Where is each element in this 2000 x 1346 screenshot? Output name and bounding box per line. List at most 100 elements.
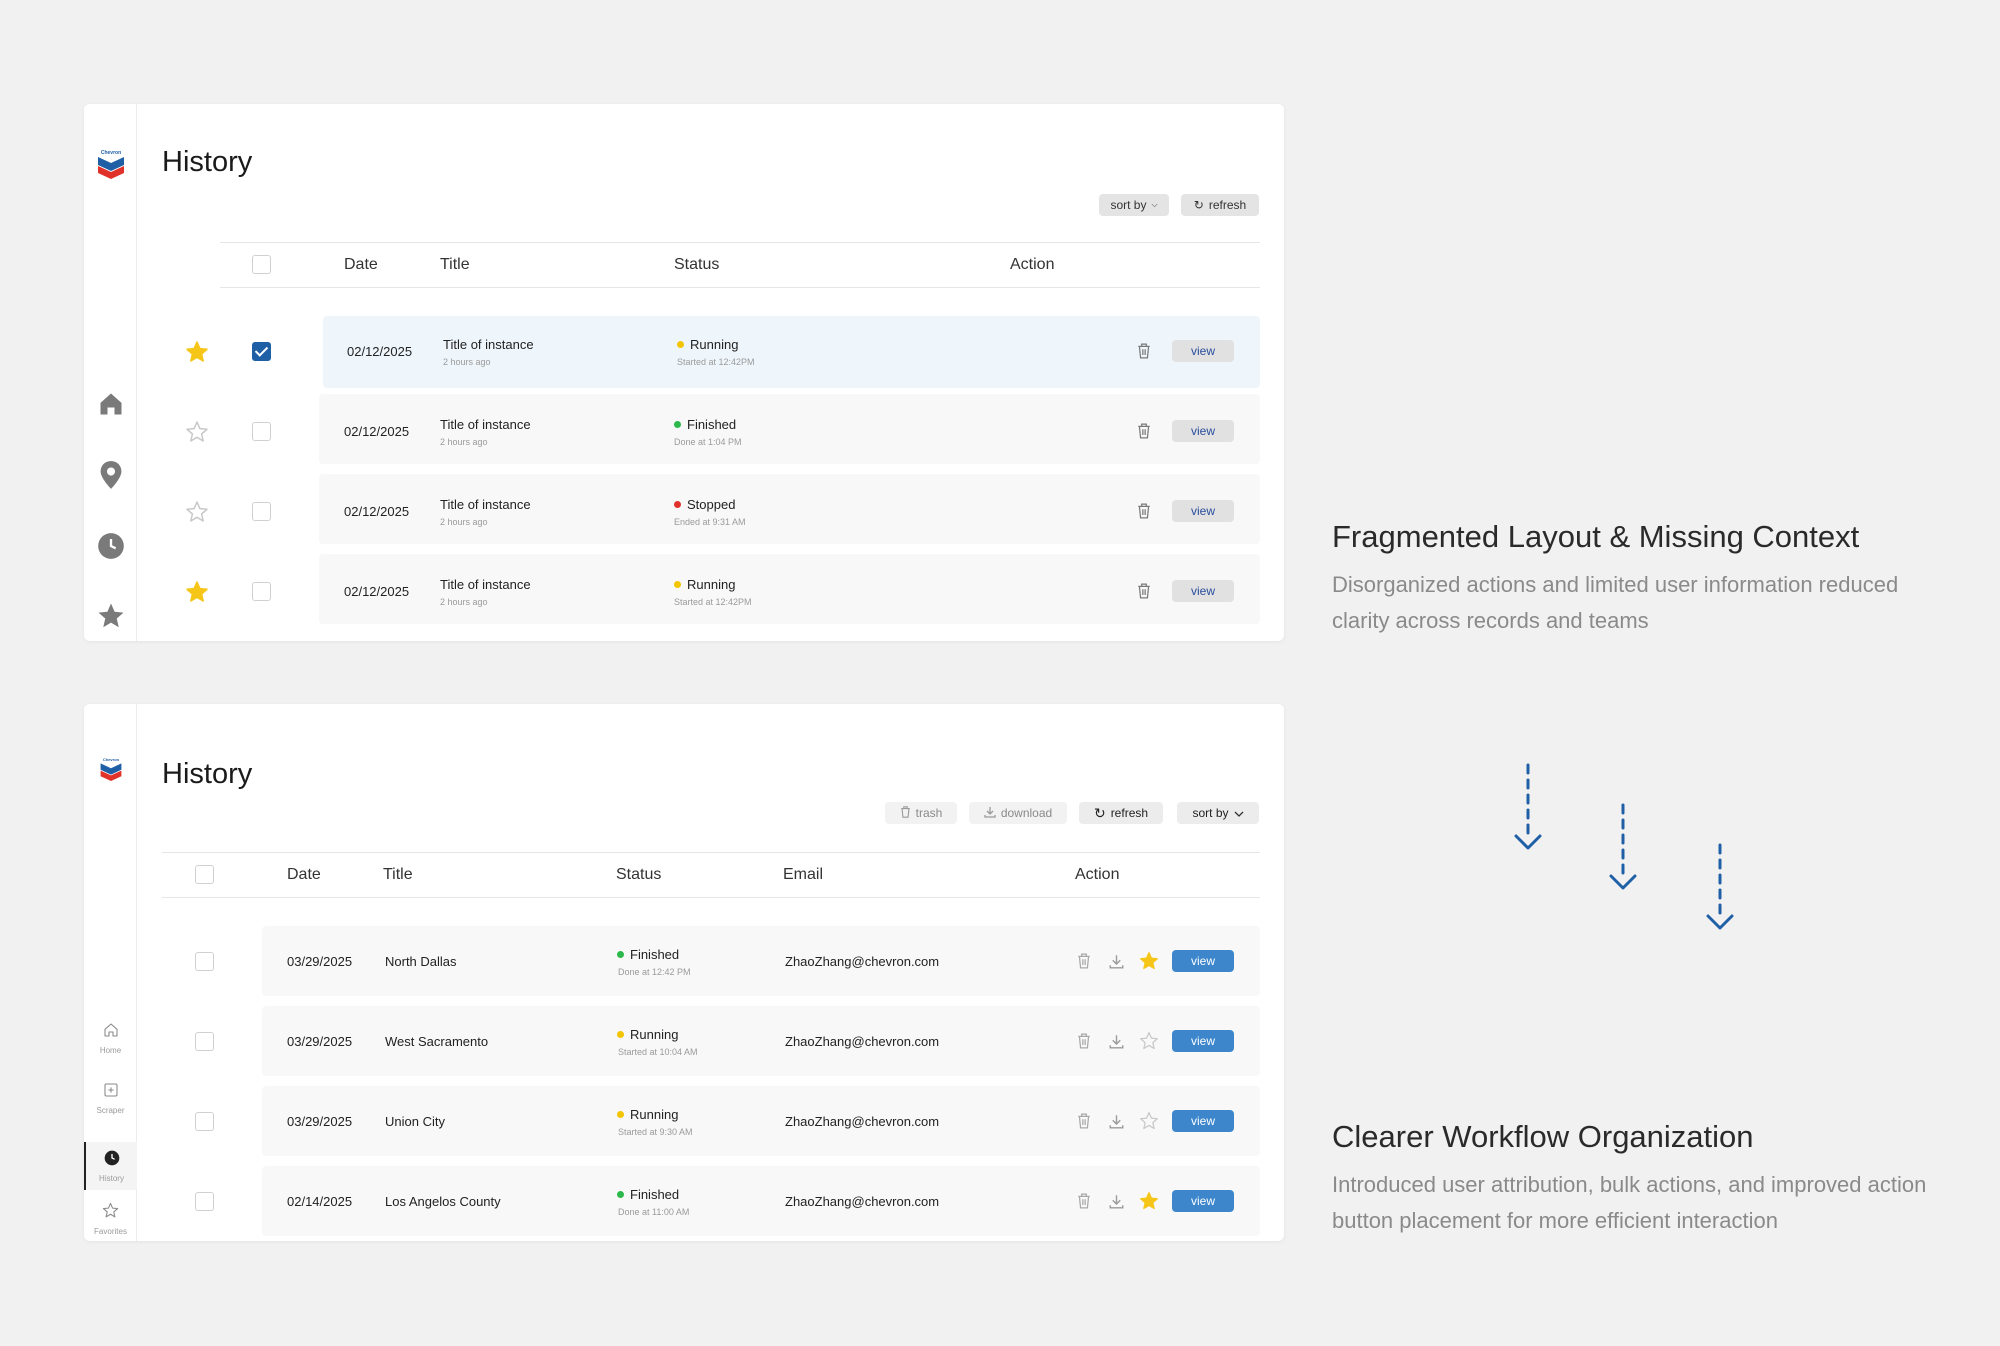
chevron-logo: Chevron (100, 757, 122, 781)
row-title: North Dallas (385, 954, 457, 969)
row-checkbox[interactable] (195, 1192, 214, 1211)
star-filled-icon[interactable] (1139, 951, 1159, 971)
select-all-checkbox[interactable] (195, 865, 214, 884)
sidebar-item-scraper[interactable]: Scraper (84, 1082, 137, 1115)
status-dot (674, 581, 681, 588)
status-subtext: Done at 12:42 PM (618, 967, 691, 977)
download-icon (984, 806, 996, 821)
before-heading: Fragmented Layout & Missing Context (1332, 519, 1860, 554)
row-subtitle: 2 hours ago (440, 597, 488, 607)
column-header-status: Status (674, 256, 720, 273)
status-dot (617, 1191, 624, 1198)
refresh-button[interactable]: ↻ refresh (1079, 802, 1163, 824)
refresh-label: refresh (1110, 806, 1149, 820)
status-subtext: Done at 11:00 AM (618, 1207, 690, 1217)
status-label: Stopped (687, 497, 736, 512)
star-filled-icon[interactable] (185, 340, 209, 364)
status-badge: Running (674, 577, 735, 592)
sort-by-button[interactable]: sort by ⌵ (1099, 194, 1169, 216)
status-subtext: Done at 1:04 PM (674, 437, 742, 447)
sidebar-item-home[interactable]: Home (84, 1022, 137, 1055)
home-icon[interactable] (84, 390, 137, 418)
select-all-checkbox[interactable] (252, 255, 271, 274)
row-subtitle: 2 hours ago (440, 437, 488, 447)
column-header-email: Email (783, 866, 824, 883)
row-title: Title of instance (440, 577, 531, 592)
sort-by-label: sort by (1110, 198, 1147, 212)
view-button[interactable]: view (1172, 1190, 1234, 1212)
trash-icon[interactable] (1136, 582, 1152, 600)
view-button[interactable]: view (1172, 580, 1234, 602)
status-badge: Finished (674, 417, 736, 432)
sidebar: Chevron Home Scraper History Favorites (84, 704, 137, 1241)
clock-icon[interactable] (84, 532, 137, 560)
trash-icon[interactable] (1076, 1112, 1092, 1130)
view-button[interactable]: view (1172, 420, 1234, 442)
row-title: Los Angelos County (385, 1194, 501, 1209)
star-outline-icon[interactable] (1139, 1111, 1159, 1131)
trash-icon[interactable] (1136, 342, 1152, 360)
download-icon[interactable] (1108, 1113, 1124, 1129)
row-date: 03/29/2025 (287, 1114, 353, 1129)
status-label: Running (687, 577, 736, 592)
view-button[interactable]: view (1172, 1110, 1234, 1132)
view-button[interactable]: view (1172, 500, 1234, 522)
status-dot (674, 501, 681, 508)
view-button[interactable]: view (1172, 950, 1234, 972)
before-description: Disorganized actions and limited user in… (1332, 572, 1899, 633)
trash-icon[interactable] (1076, 952, 1092, 970)
download-icon[interactable] (1108, 1033, 1124, 1049)
refresh-button[interactable]: ↻ refresh (1181, 194, 1259, 216)
status-label: Running (630, 1107, 679, 1122)
trash-icon[interactable] (1076, 1192, 1092, 1210)
trash-icon[interactable] (1136, 422, 1152, 440)
row-checkbox[interactable] (195, 952, 214, 971)
status-label: Running (690, 337, 739, 352)
row-checkbox[interactable] (195, 1032, 214, 1051)
transition-arrows (1514, 763, 1734, 930)
refresh-label: refresh (1208, 198, 1247, 212)
download-icon[interactable] (1108, 1193, 1124, 1209)
location-pin-icon[interactable] (84, 460, 137, 490)
column-header-action: Action (1010, 256, 1055, 273)
sort-by-button[interactable]: sort by (1177, 802, 1259, 824)
star-filled-icon[interactable] (185, 580, 209, 604)
row-checkbox[interactable] (252, 342, 271, 361)
row-checkbox[interactable] (252, 582, 271, 601)
row-checkbox[interactable] (195, 1112, 214, 1131)
trash-button[interactable]: trash (885, 802, 957, 824)
row-email: ZhaoZhang@chevron.com (785, 1034, 940, 1049)
divider (162, 852, 1260, 853)
status-label: Finished (687, 417, 737, 432)
sidebar-item-favorites[interactable]: Favorites (84, 1202, 137, 1236)
table-row[interactable] (323, 316, 1260, 388)
column-header-title: Title (440, 256, 470, 273)
row-subtitle: 2 hours ago (440, 517, 488, 527)
star-icon[interactable] (84, 601, 137, 631)
star-outline-icon[interactable] (185, 500, 209, 524)
sidebar-item-label: History (99, 1173, 124, 1183)
status-subtext: Ended at 9:31 AM (674, 517, 746, 527)
row-date: 02/12/2025 (344, 424, 410, 439)
download-button[interactable]: download (969, 802, 1067, 824)
status-label: Finished (630, 1187, 680, 1202)
trash-icon[interactable] (1076, 1032, 1092, 1050)
trash-icon[interactable] (1136, 502, 1152, 520)
refresh-icon: ↻ (1093, 804, 1106, 821)
status-badge: Finished (617, 1187, 679, 1202)
history-card-after: Chevron Home Scraper History Favorites H… (84, 704, 1284, 1241)
status-badge: Running (677, 337, 738, 352)
svg-text:Chevron: Chevron (101, 150, 121, 156)
row-title: Title of instance (443, 337, 534, 352)
status-subtext: Started at 12:42PM (677, 357, 755, 367)
star-filled-icon[interactable] (1139, 1191, 1159, 1211)
download-icon[interactable] (1108, 953, 1124, 969)
row-checkbox[interactable] (252, 502, 271, 521)
view-button[interactable]: view (1172, 340, 1234, 362)
star-outline-icon[interactable] (1139, 1031, 1159, 1051)
star-outline-icon[interactable] (185, 420, 209, 444)
view-button[interactable]: view (1172, 1030, 1234, 1052)
status-label: Finished (630, 947, 680, 962)
sidebar-item-history[interactable]: History (84, 1142, 137, 1190)
row-checkbox[interactable] (252, 422, 271, 441)
